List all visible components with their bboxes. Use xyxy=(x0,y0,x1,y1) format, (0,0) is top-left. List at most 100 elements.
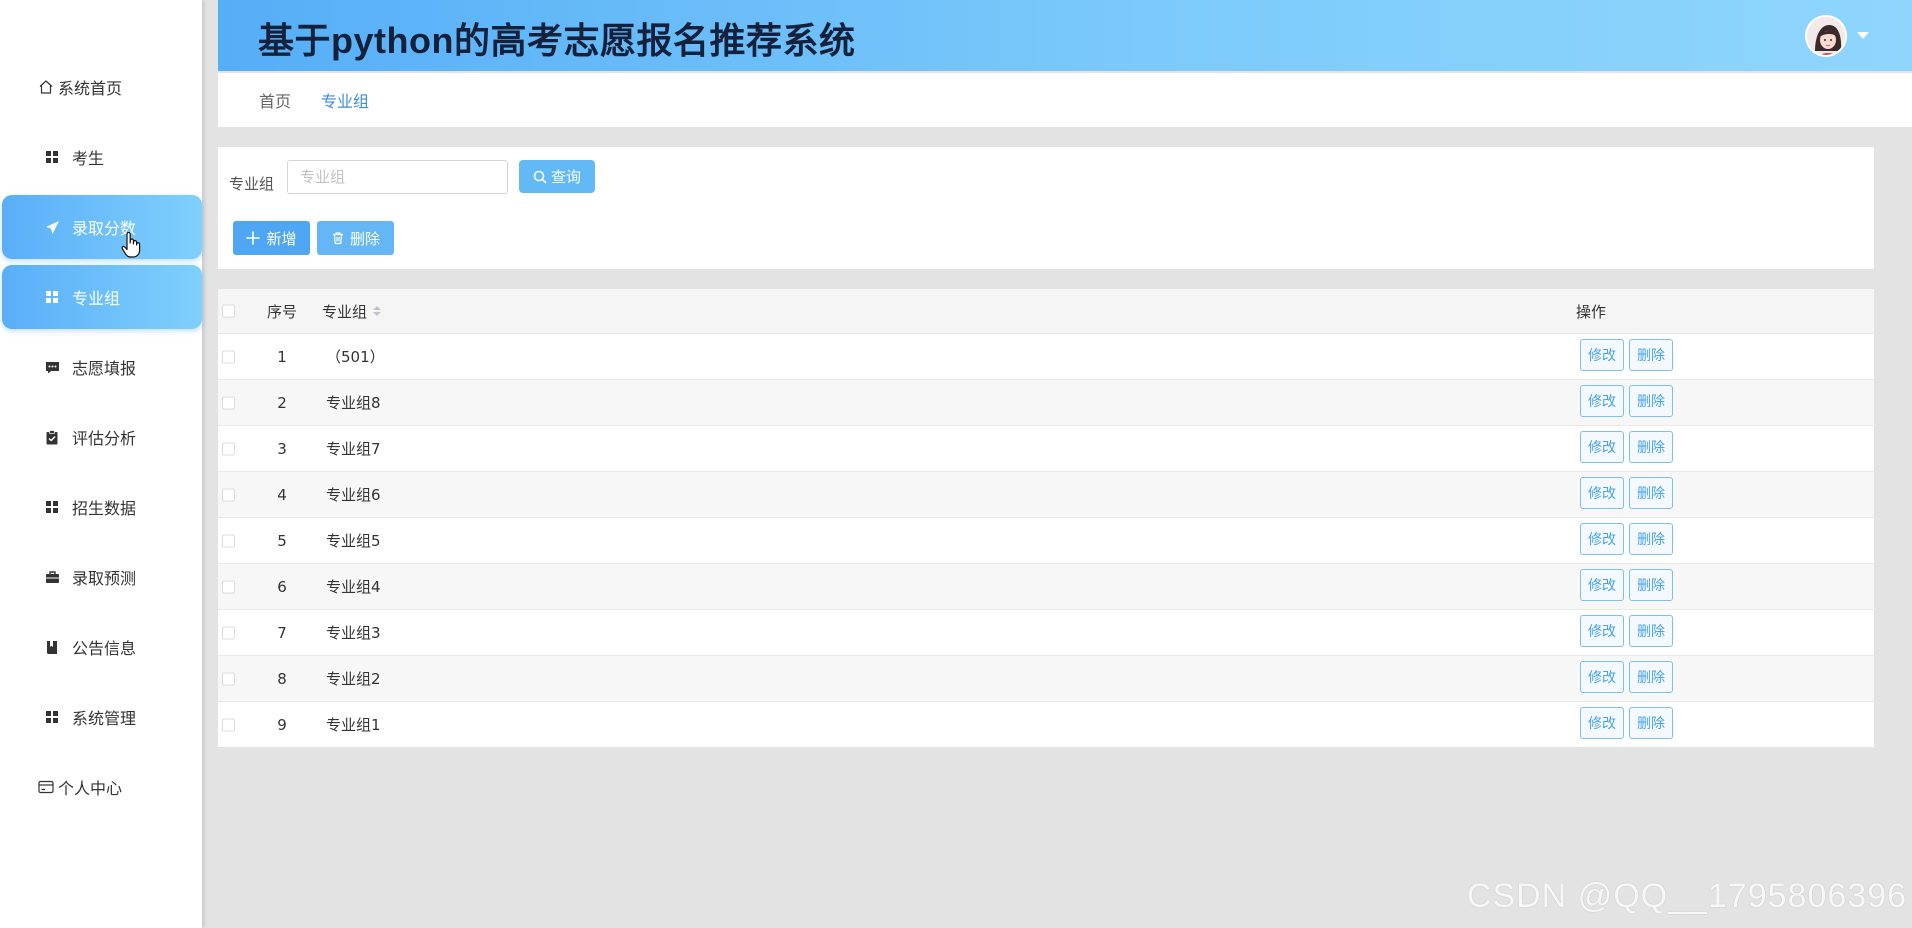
sidebar-item-5[interactable]: 评估分析 xyxy=(0,405,202,469)
delete-button[interactable]: 删除 xyxy=(1629,661,1673,693)
grid-icon xyxy=(42,497,62,517)
edit-button[interactable]: 修改 xyxy=(1580,707,1624,739)
top-header: 基于python的高考志愿报名推荐系统 xyxy=(218,0,1912,71)
row-name: 专业组1 xyxy=(326,716,381,734)
edit-button[interactable]: 修改 xyxy=(1580,569,1624,601)
add-button[interactable]: 新增 xyxy=(233,221,310,255)
row-checkbox[interactable] xyxy=(222,534,235,547)
search-icon xyxy=(533,170,547,183)
table-row: 2 专业组8 修改 删除 xyxy=(218,379,1874,425)
row-index: 7 xyxy=(277,623,287,642)
row-name: 专业组4 xyxy=(326,578,381,596)
chat-icon xyxy=(42,357,62,377)
sidebar-item-2[interactable]: 录取分数 xyxy=(2,195,202,259)
sidebar-menu: 系统首页 考生 录取分数专业组志愿填报评估分析招生数据录取预测公告信息系统管理个人中… xyxy=(0,55,202,825)
sidebar-item-3[interactable]: 专业组 xyxy=(2,265,202,329)
table-row: 6 专业组4 修改 删除 xyxy=(218,563,1874,609)
sidebar-item-label: 专业组 xyxy=(72,289,121,308)
row-checkbox[interactable] xyxy=(222,718,235,731)
sidebar-item-1[interactable]: 考生 xyxy=(0,125,202,189)
edit-button[interactable]: 修改 xyxy=(1580,477,1624,509)
sidebar-item-0[interactable]: 系统首页 xyxy=(0,55,202,119)
table-row: 7 专业组3 修改 删除 xyxy=(218,609,1874,655)
row-actions: 修改 删除 xyxy=(1580,615,1673,647)
select-all-checkbox[interactable] xyxy=(222,304,235,318)
delete-button[interactable]: 删除 xyxy=(1629,385,1673,417)
batch-delete-button[interactable]: 删除 xyxy=(317,221,394,255)
table-row: 9 专业组1 修改 删除 xyxy=(218,701,1874,747)
row-checkbox[interactable] xyxy=(222,672,235,685)
sidebar-item-label: 系统管理 xyxy=(72,709,137,728)
sidebar-item-label: 录取预测 xyxy=(72,569,137,588)
trash-icon xyxy=(332,232,343,245)
table-row: 5 专业组5 修改 删除 xyxy=(218,517,1874,563)
row-checkbox[interactable] xyxy=(222,396,235,409)
row-name: （501） xyxy=(326,348,385,366)
row-actions: 修改 删除 xyxy=(1580,523,1673,555)
table-row: 4 专业组6 修改 删除 xyxy=(218,471,1874,517)
row-index: 6 xyxy=(277,577,287,596)
data-table: 序号 专业组 操作 1 （501） 修改 删除 2 专业组8 修改 删除 3 专业组7 修改 删除 4 专… xyxy=(218,289,1874,747)
search-label: 专业组 xyxy=(229,175,275,193)
sidebar-item-label: 志愿填报 xyxy=(72,359,137,378)
header-name[interactable]: 专业组 xyxy=(322,289,482,333)
edit-button[interactable]: 修改 xyxy=(1580,339,1624,371)
row-name: 专业组2 xyxy=(326,670,381,688)
edit-button[interactable]: 修改 xyxy=(1580,385,1624,417)
sort-icon[interactable] xyxy=(373,305,382,317)
delete-button[interactable]: 删除 xyxy=(1629,339,1673,371)
delete-button[interactable]: 删除 xyxy=(1629,615,1673,647)
breadcrumb-home[interactable]: 首页 xyxy=(259,88,291,112)
row-name: 专业组3 xyxy=(326,624,381,642)
table-row: 1 （501） 修改 删除 xyxy=(218,333,1874,379)
row-checkbox[interactable] xyxy=(222,580,235,593)
grid-icon xyxy=(42,707,62,727)
row-index: 2 xyxy=(277,393,287,412)
row-actions: 修改 删除 xyxy=(1580,707,1673,739)
row-checkbox[interactable] xyxy=(222,488,235,501)
query-button-label: 查询 xyxy=(550,169,581,186)
edit-button[interactable]: 修改 xyxy=(1580,661,1624,693)
sidebar-item-7[interactable]: 录取预测 xyxy=(0,545,202,609)
search-input[interactable] xyxy=(287,160,508,194)
query-button[interactable]: 查询 xyxy=(519,160,595,193)
row-name: 专业组7 xyxy=(326,440,381,458)
row-index: 8 xyxy=(277,669,287,688)
edit-button[interactable]: 修改 xyxy=(1580,523,1624,555)
edit-button[interactable]: 修改 xyxy=(1580,431,1624,463)
delete-button[interactable]: 删除 xyxy=(1629,707,1673,739)
sidebar-item-10[interactable]: 个人中心 xyxy=(0,755,202,819)
delete-button[interactable]: 删除 xyxy=(1629,477,1673,509)
sidebar-item-label: 招生数据 xyxy=(72,499,137,518)
avatar-image-icon xyxy=(1807,17,1845,55)
row-name: 专业组6 xyxy=(326,486,381,504)
sidebar-item-label: 个人中心 xyxy=(58,779,123,798)
row-checkbox[interactable] xyxy=(222,350,235,363)
row-index: 1 xyxy=(277,347,287,366)
delete-button[interactable]: 删除 xyxy=(1629,569,1673,601)
row-name: 专业组5 xyxy=(326,532,381,550)
row-checkbox[interactable] xyxy=(222,626,235,639)
row-checkbox[interactable] xyxy=(222,442,235,455)
row-index: 3 xyxy=(277,439,287,458)
row-actions: 修改 删除 xyxy=(1580,431,1673,463)
user-avatar[interactable] xyxy=(1805,15,1847,57)
delete-button[interactable]: 删除 xyxy=(1629,431,1673,463)
sidebar-item-8[interactable]: 公告信息 xyxy=(0,615,202,679)
table-header: 序号 专业组 操作 xyxy=(218,289,1874,333)
sidebar-item-4[interactable]: 志愿填报 xyxy=(0,335,202,399)
sidebar: 系统首页 考生 录取分数专业组志愿填报评估分析招生数据录取预测公告信息系统管理个人中… xyxy=(0,0,202,928)
header-name-label: 专业组 xyxy=(322,302,368,321)
header-index: 序号 xyxy=(266,302,297,321)
sidebar-item-6[interactable]: 招生数据 xyxy=(0,475,202,539)
delete-button[interactable]: 删除 xyxy=(1629,523,1673,555)
header-ops: 操作 xyxy=(1576,302,1607,321)
edit-button[interactable]: 修改 xyxy=(1580,615,1624,647)
sidebar-item-9[interactable]: 系统管理 xyxy=(0,685,202,749)
briefcase-icon xyxy=(42,567,62,587)
table-row: 3 专业组7 修改 删除 xyxy=(218,425,1874,471)
user-menu-caret-icon[interactable] xyxy=(1856,31,1870,41)
row-actions: 修改 删除 xyxy=(1580,385,1673,417)
table-row: 8 专业组2 修改 删除 xyxy=(218,655,1874,701)
row-index: 9 xyxy=(277,715,287,734)
